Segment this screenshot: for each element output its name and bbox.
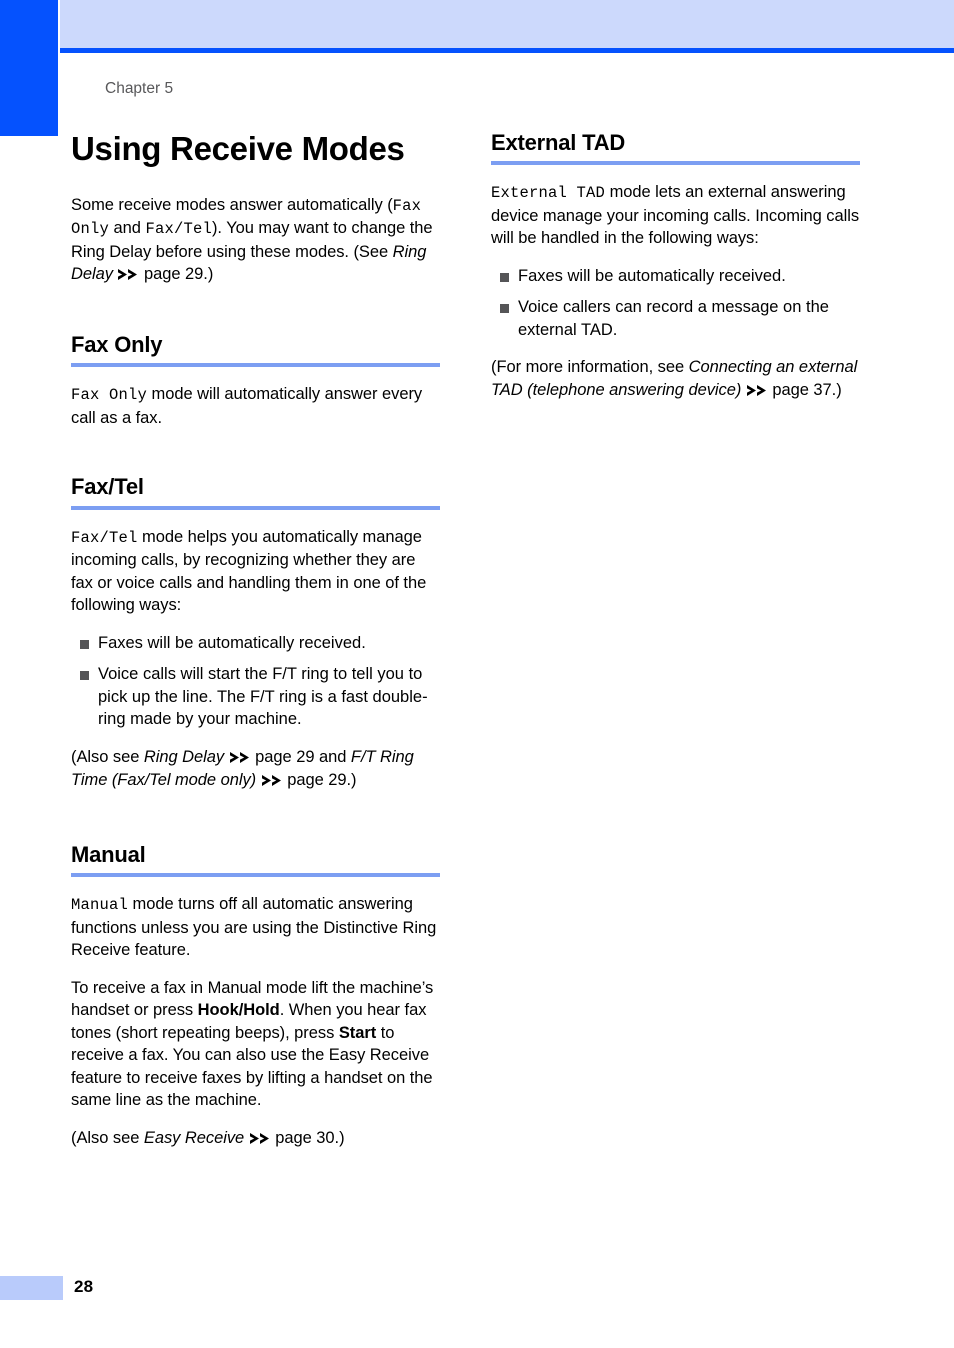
header-rule <box>60 48 954 53</box>
list-item-label: Voice calls will start the F/T ring to t… <box>98 665 428 729</box>
intro-text-b: and <box>109 219 146 238</box>
footer-tab-marker <box>0 1276 63 1300</box>
square-bullet-icon <box>500 272 509 282</box>
xref-text-b: page 30.) <box>270 1128 345 1147</box>
square-bullet-icon <box>500 304 509 314</box>
chapter-tab-marker <box>0 0 58 136</box>
page-number: 28 <box>74 1277 94 1296</box>
double-chevron-icon <box>746 381 768 404</box>
section-rule <box>71 363 440 368</box>
intro-paragraph: Some receive modes answer automatically … <box>71 194 440 287</box>
external-tad-crossref: (For more information, see Connecting an… <box>491 356 860 402</box>
external-tad-paragraph: External TAD mode lets an external answe… <box>491 181 860 250</box>
list-item-label: Faxes will be automatically received. <box>518 266 786 285</box>
xref-label-ring-delay: Ring Delay <box>143 747 225 766</box>
intro-code-fax-tel: Fax/Tel <box>145 220 212 239</box>
manual-paragraph-2: To receive a fax in Manual mode lift the… <box>71 977 440 1112</box>
xref-text-a: (Also see <box>71 1128 144 1147</box>
section-rule <box>491 161 860 166</box>
fax-tel-bullet-list: Faxes will be automatically received. Vo… <box>71 632 440 731</box>
header-band <box>60 0 954 48</box>
list-item: Voice callers can record a message on th… <box>491 296 860 341</box>
fax-only-paragraph: Fax Only mode will automatically answer … <box>71 383 440 429</box>
external-tad-code: External TAD <box>491 184 606 203</box>
xref-text-b: page 37.) <box>767 380 842 399</box>
intro-text-a: Some receive modes answer automatically … <box>71 195 393 214</box>
fax-only-code: Fax Only <box>71 386 148 405</box>
manual-crossref: (Also see Easy Receive page 30.) <box>71 1127 440 1151</box>
intro-text-d: page 29.) <box>139 265 214 284</box>
square-bullet-icon <box>80 671 89 681</box>
section-heading-fax-only: Fax Only <box>71 331 163 357</box>
external-tad-bullet-list: Faxes will be automatically received. Vo… <box>491 265 860 342</box>
section-rule <box>71 505 440 510</box>
manual-key-hook-hold: Hook/Hold <box>197 1001 280 1020</box>
list-item: Voice calls will start the F/T ring to t… <box>71 663 440 731</box>
xref-label-easy-receive: Easy Receive <box>143 1128 245 1147</box>
chapter-label: Chapter 5 <box>105 80 174 97</box>
xref-text-b: page 29 and <box>250 747 351 766</box>
section-heading-external-tad: External TAD <box>491 130 626 155</box>
list-item: Faxes will be automatically received. <box>491 265 860 288</box>
square-bullet-icon <box>80 639 89 649</box>
fax-tel-crossref: (Also see Ring Delay page 29 and F/T Rin… <box>71 746 440 793</box>
fax-tel-paragraph: Fax/Tel mode helps you automatically man… <box>71 526 440 617</box>
xref-text-c: page 29.) <box>282 771 357 790</box>
double-chevron-icon <box>229 748 251 771</box>
double-chevron-icon <box>249 1129 271 1152</box>
manual-code: Manual <box>71 896 129 915</box>
section-heading-fax-tel: Fax/Tel <box>71 474 144 500</box>
manual-key-start: Start <box>338 1023 377 1042</box>
right-column: External TAD External TAD mode lets an e… <box>491 130 860 402</box>
section-heading-manual: Manual <box>71 841 146 867</box>
xref-text-a: (For more information, see <box>491 358 689 377</box>
manual-paragraph-1: Manual mode turns off all automatic answ… <box>71 893 440 962</box>
xref-text-a: (Also see <box>71 747 144 766</box>
page-title: Using Receive Modes <box>71 130 405 167</box>
left-column: Using Receive Modes Some receive modes a… <box>71 130 440 1150</box>
section-rule <box>71 873 440 878</box>
list-item: Faxes will be automatically received. <box>71 632 440 655</box>
fax-tel-code: Fax/Tel <box>71 528 138 547</box>
double-chevron-icon <box>117 265 139 288</box>
list-item-label: Voice callers can record a message on th… <box>518 298 829 339</box>
list-item-label: Faxes will be automatically received. <box>98 633 366 652</box>
double-chevron-icon <box>261 771 283 794</box>
